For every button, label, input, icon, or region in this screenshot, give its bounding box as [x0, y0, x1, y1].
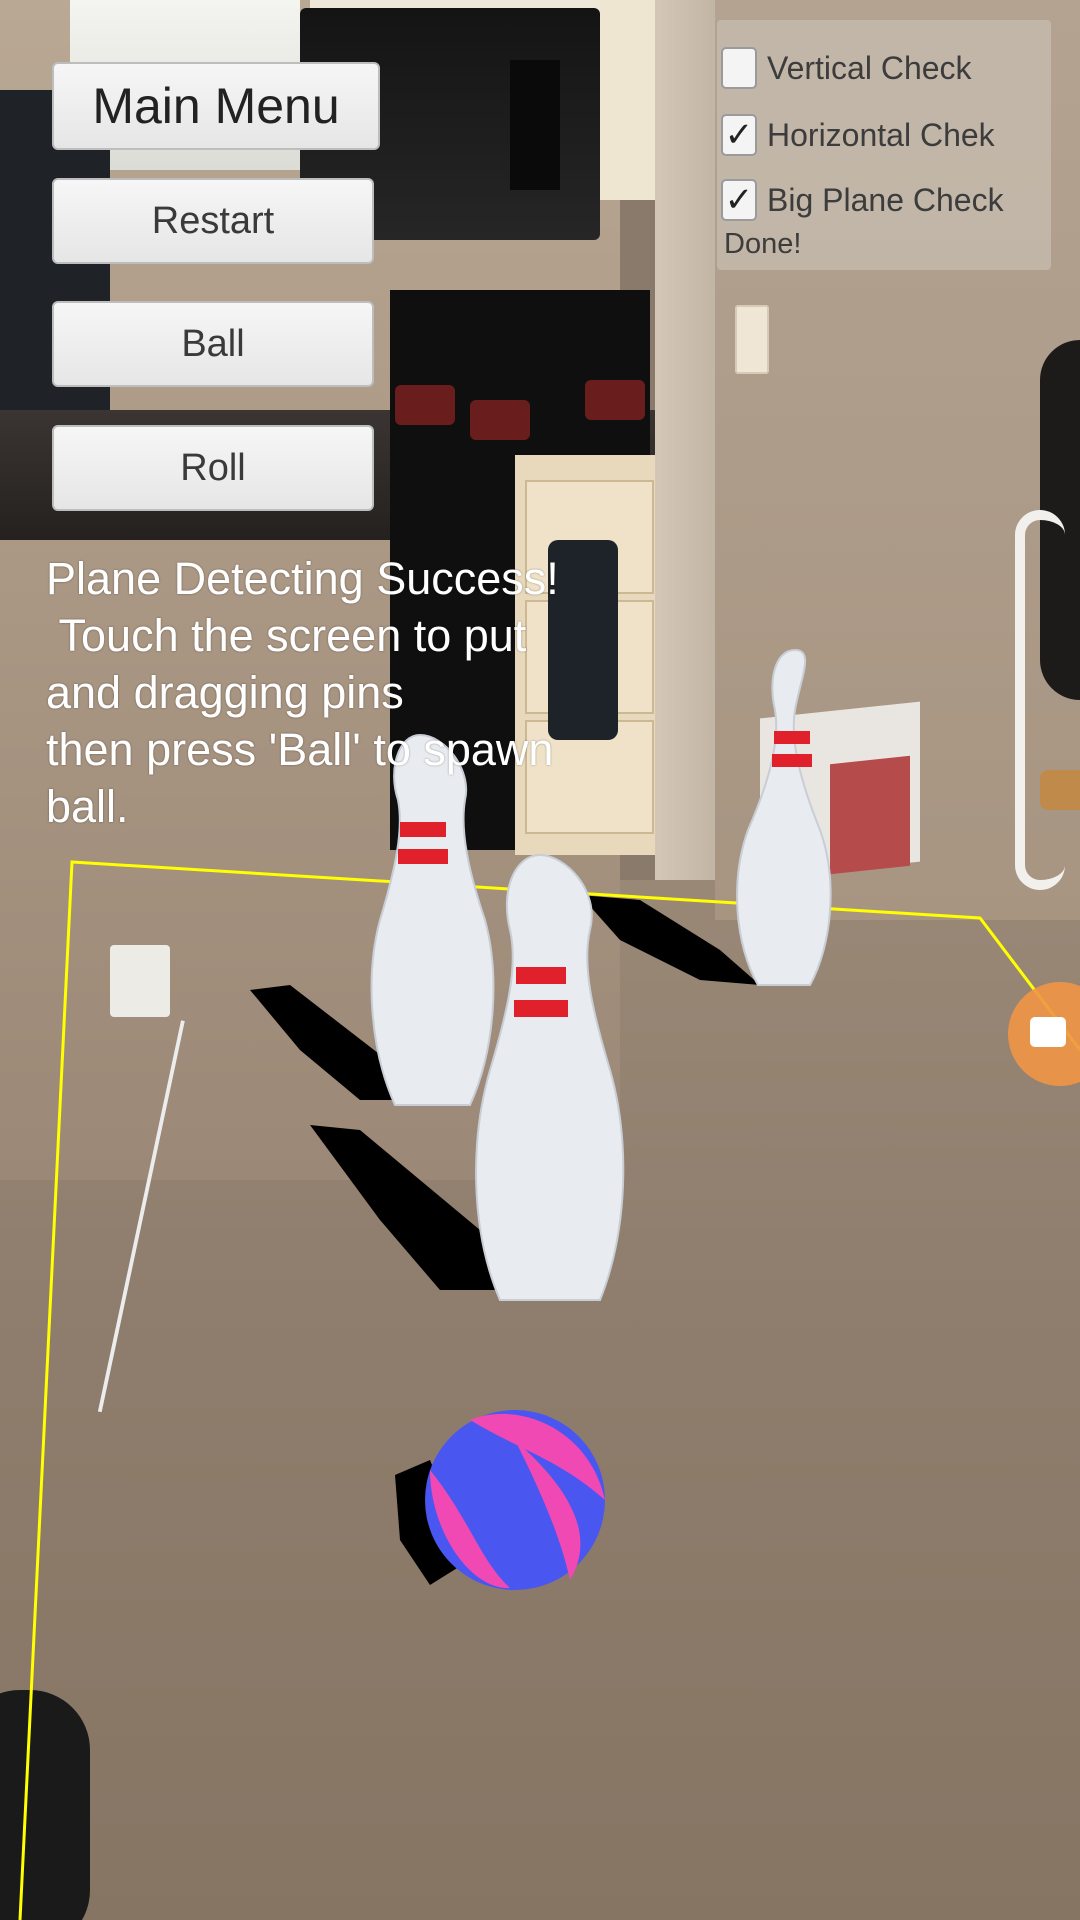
main-menu-button[interactable]: Main Menu: [52, 62, 380, 150]
horizontal-check-label: Horizontal Chek: [767, 116, 995, 153]
vertical-check-label: Vertical Check: [767, 49, 972, 86]
plane-checks-panel: Vertical Check ✓ Horizontal Chek ✓ Big P…: [717, 20, 1051, 270]
vertical-check-toggle[interactable]: Vertical Check: [721, 44, 972, 92]
horizontal-check-toggle[interactable]: ✓ Horizontal Chek: [721, 111, 995, 159]
record-camera-icon: [1030, 1017, 1066, 1047]
bowling-pin[interactable]: [736, 648, 832, 986]
ar-scene-overlay: [18, 648, 1080, 1920]
restart-button[interactable]: Restart: [52, 178, 374, 264]
bowling-ball[interactable]: [425, 1410, 605, 1590]
big-plane-check-toggle[interactable]: ✓ Big Plane Check: [721, 176, 1004, 224]
big-plane-check-label: Big Plane Check: [767, 181, 1004, 218]
bowling-pin[interactable]: [475, 853, 625, 1301]
vertical-checkbox[interactable]: [721, 47, 757, 89]
checkmark-icon: ✓: [724, 116, 754, 154]
roll-button[interactable]: Roll: [52, 425, 374, 511]
ar-camera-view[interactable]: [0, 0, 1080, 1920]
pin-shadow: [310, 1125, 500, 1290]
horizontal-checkbox[interactable]: ✓: [721, 114, 757, 156]
pin-shadow: [580, 895, 760, 985]
status-message: Plane Detecting Success! Touch the scree…: [46, 553, 559, 832]
ball-button[interactable]: Ball: [52, 301, 374, 387]
big-plane-checkbox[interactable]: ✓: [721, 179, 757, 221]
checkmark-icon: ✓: [724, 181, 754, 219]
done-status: Done!: [724, 228, 802, 260]
